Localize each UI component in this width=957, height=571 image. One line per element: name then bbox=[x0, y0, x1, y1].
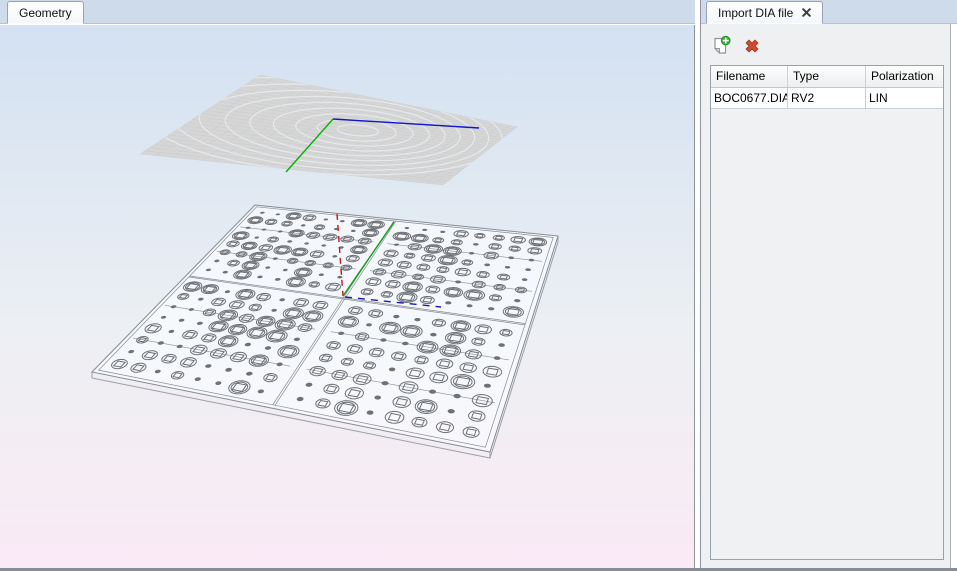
3d-viewport[interactable] bbox=[0, 25, 695, 568]
dia-toolbar bbox=[709, 34, 763, 58]
tab-import-dia-file[interactable]: Import DIA file bbox=[706, 1, 823, 24]
dia-file-table: Filename Type Polarization BOC0677.DIA R… bbox=[710, 65, 944, 560]
cell-polarization[interactable]: LIN bbox=[866, 88, 943, 108]
tab-import-dia-file-label: Import DIA file bbox=[718, 6, 793, 20]
add-dia-file-button[interactable] bbox=[709, 34, 733, 58]
add-file-icon bbox=[710, 35, 732, 57]
geometry-pane: Geometry bbox=[0, 0, 700, 571]
reference-plane bbox=[140, 75, 517, 185]
table-row[interactable]: BOC0677.DIA RV2 LIN bbox=[711, 88, 943, 109]
cell-filename[interactable]: BOC0677.DIA bbox=[711, 88, 788, 108]
tab-geometry-label: Geometry bbox=[19, 6, 72, 20]
scene-svg[interactable] bbox=[0, 25, 694, 568]
cell-type[interactable]: RV2 bbox=[788, 88, 866, 108]
column-header-polarization[interactable]: Polarization bbox=[866, 66, 943, 87]
import-dia-content: Filename Type Polarization BOC0677.DIA R… bbox=[701, 24, 951, 568]
import-dia-pane: Import DIA file bbox=[700, 0, 957, 571]
column-header-filename[interactable]: Filename bbox=[711, 66, 788, 87]
application-window: Geometry Import DIA file bbox=[0, 0, 957, 571]
close-icon bbox=[802, 8, 811, 17]
geometry-tabbar: Geometry bbox=[0, 0, 695, 24]
tab-geometry[interactable]: Geometry bbox=[7, 1, 84, 24]
table-header: Filename Type Polarization bbox=[711, 66, 943, 88]
column-header-type[interactable]: Type bbox=[788, 66, 866, 87]
delete-icon bbox=[742, 36, 762, 56]
import-dia-tabbar: Import DIA file bbox=[701, 0, 957, 24]
close-tab-button[interactable] bbox=[802, 8, 811, 17]
remove-dia-file-button[interactable] bbox=[741, 35, 763, 57]
array-panel bbox=[92, 205, 558, 458]
